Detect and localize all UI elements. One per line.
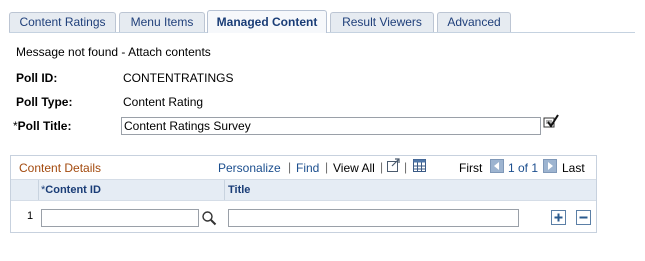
nav-separator: |	[380, 160, 384, 174]
poll-title-label: *Poll Title:	[13, 119, 71, 133]
tab-result-viewers[interactable]: Result Viewers	[330, 12, 434, 32]
poll-title-input[interactable]	[121, 117, 541, 135]
first-label[interactable]: First	[459, 161, 482, 175]
grid-title: Content Details	[19, 161, 102, 175]
column-header-content-id[interactable]: *Content ID	[41, 184, 101, 196]
nav-separator: |	[404, 160, 408, 174]
download-grid-icon[interactable]	[386, 158, 401, 173]
column-divider	[38, 180, 39, 200]
poll-type-label: Poll Type:	[16, 95, 73, 109]
column-header-content-id-text: Content ID	[45, 184, 101, 196]
nav-separator: |	[325, 160, 329, 174]
find-link[interactable]: Find	[296, 161, 319, 175]
grid-column-header: *Content ID Title	[11, 179, 596, 201]
tab-managed-content[interactable]: Managed Content	[207, 10, 327, 33]
personalize-link[interactable]: Personalize	[218, 161, 281, 175]
previous-arrow-icon[interactable]	[490, 159, 504, 173]
add-row-icon[interactable]	[551, 210, 566, 225]
delete-row-icon[interactable]	[576, 210, 591, 225]
row-range: 1 of 1	[508, 161, 539, 175]
spell-check-icon[interactable]	[542, 113, 560, 131]
tab-menu-items[interactable]: Menu Items	[119, 12, 205, 32]
nav-separator: |	[288, 160, 292, 174]
content-id-input[interactable]	[41, 209, 199, 227]
spreadsheet-icon[interactable]	[412, 158, 427, 173]
poll-id-value: CONTENTRATINGS	[123, 71, 234, 85]
status-message: Message not found - Attach contents	[16, 45, 211, 59]
content-details-grid: Content Details Personalize | Find | Vie…	[10, 155, 597, 233]
column-header-title[interactable]: Title	[228, 184, 250, 196]
view-all-link[interactable]: View All	[333, 161, 375, 175]
grid-navigation-bar: Content Details Personalize | Find | Vie…	[11, 156, 596, 179]
column-divider	[224, 180, 225, 200]
last-label[interactable]: Last	[562, 161, 585, 175]
tab-advanced[interactable]: Advanced	[437, 12, 511, 32]
poll-title-label-text: Poll Title:	[17, 119, 72, 133]
poll-id-label: Poll ID:	[16, 71, 58, 85]
table-row: 1	[11, 201, 596, 232]
title-input[interactable]	[228, 209, 519, 227]
lookup-icon[interactable]	[201, 210, 217, 226]
next-arrow-icon[interactable]	[543, 159, 557, 173]
tab-bar: Content Ratings Menu Items Managed Conte…	[9, 10, 635, 34]
row-number: 1	[27, 210, 34, 222]
tab-content-ratings[interactable]: Content Ratings	[9, 12, 116, 32]
poll-type-value: Content Rating	[123, 95, 204, 109]
